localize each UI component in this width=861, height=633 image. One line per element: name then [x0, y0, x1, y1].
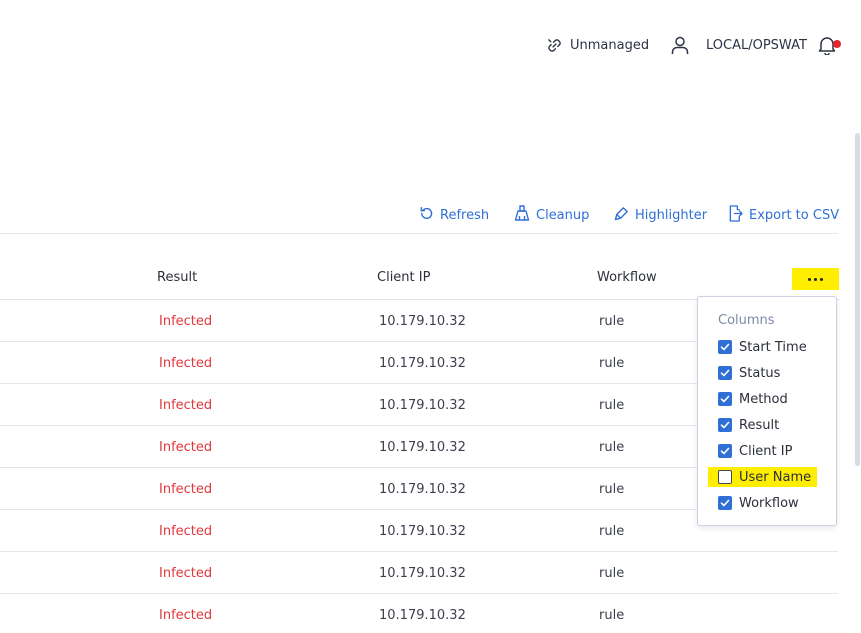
checkbox-checked-icon[interactable] — [718, 340, 732, 354]
client-ip-cell: 10.179.10.32 — [379, 440, 466, 455]
export-file-icon — [728, 204, 743, 226]
column-option-workflow[interactable]: Workflow — [718, 493, 799, 513]
more-dot-icon — [808, 277, 811, 281]
column-header-workflow[interactable]: Workflow — [597, 270, 657, 285]
top-bar: Unmanaged LOCAL/OPSWAT — [0, 30, 861, 60]
column-option-start-time[interactable]: Start Time — [718, 337, 807, 357]
column-option-label: Start Time — [739, 339, 807, 355]
client-ip-cell: 10.179.10.32 — [379, 608, 466, 623]
column-option-label: Client IP — [739, 443, 793, 459]
user-icon — [670, 35, 690, 55]
columns-popover: Columns Start Time Status Method Result … — [697, 296, 837, 526]
column-option-status[interactable]: Status — [718, 363, 780, 383]
column-option-result[interactable]: Result — [718, 415, 779, 435]
checkbox-unchecked-icon[interactable] — [718, 470, 732, 484]
more-dot-icon — [820, 277, 823, 281]
client-ip-cell: 10.179.10.32 — [379, 566, 466, 581]
result-cell: Infected — [159, 356, 213, 371]
toolbar: Refresh Cleanup Highlighter Export to CS… — [0, 203, 861, 227]
workflow-cell: rule — [599, 608, 625, 623]
checkbox-checked-icon[interactable] — [718, 496, 732, 510]
table-row[interactable]: Infected 10.179.10.32 rule — [0, 594, 838, 633]
link-icon — [547, 38, 562, 53]
vertical-scrollbar[interactable] — [855, 133, 860, 466]
column-option-label: User Name — [739, 469, 812, 485]
user-label: LOCAL/OPSWAT — [706, 37, 807, 53]
table-header: Result Client IP Workflow — [0, 266, 840, 300]
table-row[interactable]: Infected 10.179.10.32 rule — [0, 552, 838, 594]
client-ip-cell: 10.179.10.32 — [379, 398, 466, 413]
user-menu[interactable]: LOCAL/OPSWAT — [670, 30, 807, 60]
refresh-icon — [419, 206, 434, 225]
refresh-button[interactable]: Refresh — [419, 203, 489, 227]
export-csv-button[interactable]: Export to CSV — [728, 203, 839, 227]
broom-icon — [514, 205, 530, 225]
result-cell: Infected — [159, 482, 213, 497]
workflow-cell: rule — [599, 524, 625, 539]
workflow-cell: rule — [599, 440, 625, 455]
client-ip-cell: 10.179.10.32 — [379, 314, 466, 329]
unmanaged-label: Unmanaged — [570, 37, 650, 53]
result-cell: Infected — [159, 398, 213, 413]
column-header-client-ip[interactable]: Client IP — [377, 270, 430, 285]
column-option-label: Status — [739, 365, 781, 381]
cleanup-button[interactable]: Cleanup — [514, 203, 589, 227]
result-cell: Infected — [159, 608, 213, 623]
refresh-label: Refresh — [440, 207, 490, 223]
client-ip-cell: 10.179.10.32 — [379, 482, 466, 497]
bell-icon — [818, 35, 841, 55]
result-cell: Infected — [159, 314, 213, 329]
client-ip-cell: 10.179.10.32 — [379, 356, 466, 371]
columns-title: Columns — [718, 313, 775, 328]
highlighter-icon — [614, 206, 629, 225]
workflow-cell: rule — [599, 566, 625, 581]
highlighter-button[interactable]: Highlighter — [614, 203, 707, 227]
cleanup-label: Cleanup — [536, 207, 590, 223]
workflow-cell: rule — [599, 482, 625, 497]
checkbox-checked-icon[interactable] — [718, 418, 732, 432]
column-option-client-ip[interactable]: Client IP — [718, 441, 792, 461]
column-options-button[interactable] — [792, 268, 839, 290]
client-ip-cell: 10.179.10.32 — [379, 524, 466, 539]
notification-dot — [833, 40, 841, 48]
column-header-result[interactable]: Result — [157, 270, 197, 285]
column-option-label: Result — [739, 417, 780, 433]
column-option-label: Workflow — [739, 495, 799, 511]
toolbar-divider — [0, 233, 838, 234]
highlighter-label: Highlighter — [635, 207, 708, 223]
checkbox-checked-icon[interactable] — [718, 366, 732, 380]
result-cell: Infected — [159, 524, 213, 539]
checkbox-checked-icon[interactable] — [718, 444, 732, 458]
column-option-user-name[interactable]: User Name — [708, 467, 818, 487]
more-dot-icon — [814, 277, 817, 281]
workflow-cell: rule — [599, 314, 625, 329]
workflow-cell: rule — [599, 398, 625, 413]
export-label: Export to CSV — [749, 207, 840, 223]
column-option-method[interactable]: Method — [718, 389, 788, 409]
result-cell: Infected — [159, 440, 213, 455]
column-option-label: Method — [739, 391, 788, 407]
checkbox-checked-icon[interactable] — [718, 392, 732, 406]
unmanaged-status[interactable]: Unmanaged — [547, 30, 649, 60]
notifications-button[interactable] — [818, 30, 841, 60]
workflow-cell: rule — [599, 356, 625, 371]
result-cell: Infected — [159, 566, 213, 581]
